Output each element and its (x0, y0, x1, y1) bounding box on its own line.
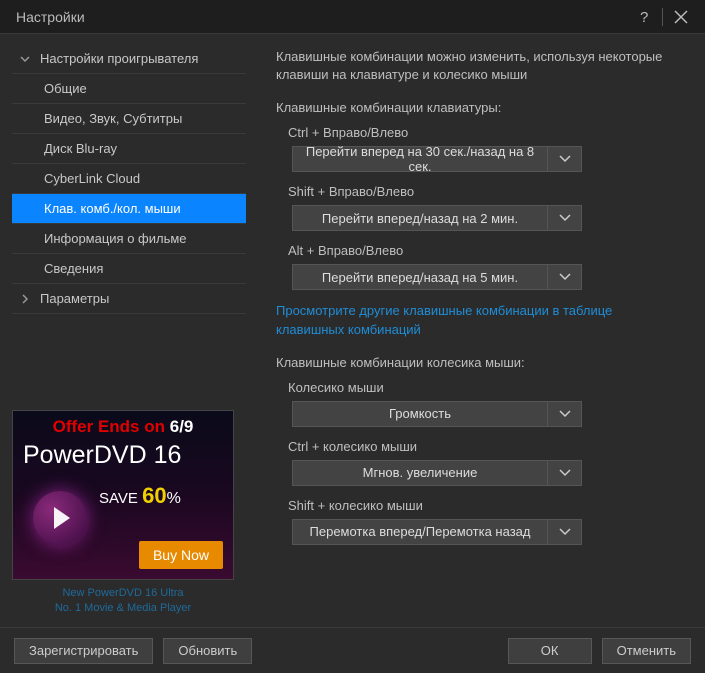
ad-save-text: SAVE 60% (99, 483, 181, 509)
keyboard-section-title: Клавишные комбинации клавиатуры: (276, 100, 683, 115)
ad-offer-line: Offer Ends on 6/9 (13, 417, 233, 437)
cancel-button[interactable]: Отменить (602, 638, 691, 664)
ad-container: Offer Ends on 6/9 PowerDVD 16 SAVE 60% B… (12, 410, 246, 615)
main-panel: Клавишные комбинации можно изменить, исп… (258, 34, 705, 627)
sidebar-item-movie-info[interactable]: Информация о фильме (12, 224, 246, 254)
ad-caption[interactable]: New PowerDVD 16 Ultra No. 1 Movie & Medi… (12, 586, 234, 615)
dropdown-ctrl-wheel[interactable]: Мгнов. увеличение (292, 460, 582, 486)
sidebar-item-label: CyberLink Cloud (44, 171, 140, 186)
register-button[interactable]: Зарегистрировать (14, 638, 153, 664)
dropdown-value: Перейти вперед/назад на 2 мин. (293, 211, 547, 226)
wheel-group-shift: Shift + колесико мыши Перемотка вперед/П… (288, 498, 683, 545)
kb-label: Ctrl + Вправо/Влево (288, 125, 683, 140)
window-title: Настройки (16, 9, 630, 25)
sidebar-item-general[interactable]: Общие (12, 74, 246, 104)
chevron-down-icon (547, 147, 581, 171)
chevron-down-icon (547, 461, 581, 485)
chevron-right-icon (20, 294, 34, 304)
wheel-group-ctrl: Ctrl + колесико мыши Мгнов. увеличение (288, 439, 683, 486)
footer: Зарегистрировать Обновить ОК Отменить (0, 627, 705, 673)
update-button[interactable]: Обновить (163, 638, 252, 664)
sidebar-item-cyberlink-cloud[interactable]: CyberLink Cloud (12, 164, 246, 194)
chevron-down-icon (547, 402, 581, 426)
sidebar-item-player-settings[interactable]: Настройки проигрывателя (12, 44, 246, 74)
kb-group-ctrl: Ctrl + Вправо/Влево Перейти вперед на 30… (288, 125, 683, 172)
sidebar-item-bluray[interactable]: Диск Blu-ray (12, 134, 246, 164)
dropdown-shift-wheel[interactable]: Перемотка вперед/Перемотка назад (292, 519, 582, 545)
wheel-section-title: Клавишные комбинации колесика мыши: (276, 355, 683, 370)
play-icon (33, 491, 87, 545)
dropdown-shift-arrow[interactable]: Перейти вперед/назад на 2 мин. (292, 205, 582, 231)
wheel-label: Shift + колесико мыши (288, 498, 683, 513)
dropdown-alt-arrow[interactable]: Перейти вперед/назад на 5 мин. (292, 264, 582, 290)
titlebar: Настройки ? (0, 0, 705, 34)
kb-label: Shift + Вправо/Влево (288, 184, 683, 199)
kb-group-alt: Alt + Вправо/Влево Перейти вперед/назад … (288, 243, 683, 290)
kb-group-shift: Shift + Вправо/Влево Перейти вперед/наза… (288, 184, 683, 231)
sidebar-item-hotkeys-wheel[interactable]: Клав. комб./кол. мыши (12, 194, 246, 224)
sidebar-item-label: Сведения (44, 261, 103, 276)
titlebar-divider (662, 8, 663, 26)
intro-text: Клавишные комбинации можно изменить, исп… (276, 48, 683, 84)
chevron-down-icon (547, 520, 581, 544)
ad-banner[interactable]: Offer Ends on 6/9 PowerDVD 16 SAVE 60% B… (12, 410, 234, 580)
sidebar-item-label: Общие (44, 81, 87, 96)
dropdown-value: Перейти вперед на 30 сек./назад на 8 сек… (293, 144, 547, 174)
wheel-label: Ctrl + колесико мыши (288, 439, 683, 454)
dropdown-wheel[interactable]: Громкость (292, 401, 582, 427)
wheel-group-plain: Колесико мыши Громкость (288, 380, 683, 427)
kb-label: Alt + Вправо/Влево (288, 243, 683, 258)
ok-button[interactable]: ОК (508, 638, 592, 664)
dropdown-ctrl-arrow[interactable]: Перейти вперед на 30 сек./назад на 8 сек… (292, 146, 582, 172)
ad-product-name: PowerDVD 16 (23, 441, 181, 470)
wheel-label: Колесико мыши (288, 380, 683, 395)
sidebar-item-label: Видео, Звук, Субтитры (44, 111, 182, 126)
chevron-down-icon (547, 265, 581, 289)
sidebar: Настройки проигрывателя Общие Видео, Зву… (0, 34, 258, 627)
svg-text:?: ? (640, 9, 648, 25)
sidebar-item-label: Диск Blu-ray (44, 141, 117, 156)
sidebar-item-label: Настройки проигрывателя (40, 51, 198, 66)
help-icon[interactable]: ? (630, 3, 658, 31)
sidebar-item-label: Параметры (40, 291, 109, 306)
sidebar-item-video-audio-subs[interactable]: Видео, Звук, Субтитры (12, 104, 246, 134)
close-icon[interactable] (667, 3, 695, 31)
dropdown-value: Громкость (293, 406, 547, 421)
nav-tree: Настройки проигрывателя Общие Видео, Зву… (12, 44, 246, 314)
sidebar-item-parameters[interactable]: Параметры (12, 284, 246, 314)
chevron-down-icon (547, 206, 581, 230)
sidebar-item-about[interactable]: Сведения (12, 254, 246, 284)
dropdown-value: Перейти вперед/назад на 5 мин. (293, 270, 547, 285)
sidebar-item-label: Информация о фильме (44, 231, 187, 246)
dropdown-value: Перемотка вперед/Перемотка назад (293, 524, 547, 539)
sidebar-item-label: Клав. комб./кол. мыши (44, 201, 181, 216)
buy-now-button[interactable]: Buy Now (139, 541, 223, 569)
chevron-down-icon (20, 54, 34, 64)
hotkey-table-link[interactable]: Просмотрите другие клавишные комбинации … (276, 302, 683, 338)
dropdown-value: Мгнов. увеличение (293, 465, 547, 480)
